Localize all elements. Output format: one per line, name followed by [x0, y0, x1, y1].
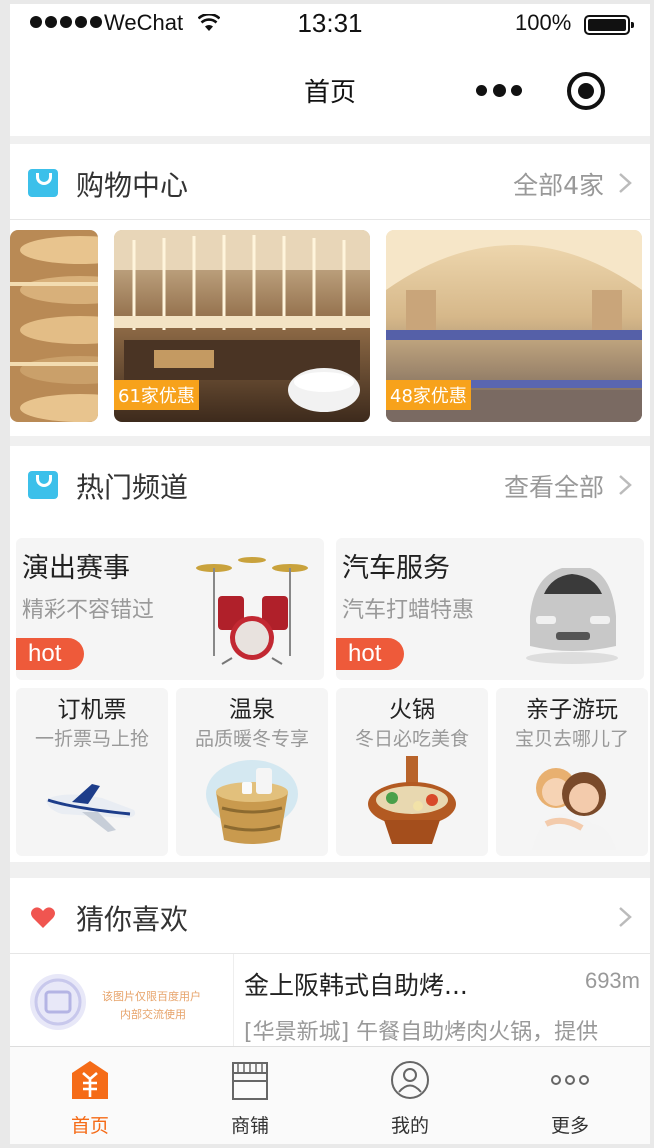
- tab-label: 我的: [390, 1115, 429, 1137]
- channel-subtitle: 品质暖冬专享: [194, 728, 309, 750]
- mall-card[interactable]: 61家优惠: [114, 230, 370, 422]
- placeholder-note: 内部交流使用: [120, 1008, 186, 1021]
- mall-card[interactable]: [10, 230, 98, 422]
- tab-shops[interactable]: 商铺: [170, 1047, 330, 1144]
- placeholder-note: 该图片仅限百度用户: [102, 990, 201, 1003]
- item-name: 金上阪韩式自助烤...: [244, 971, 468, 1000]
- battery-icon: [584, 15, 634, 35]
- channel-subtitle: 冬日必吃美食: [354, 728, 469, 750]
- chevron-right-icon: [619, 907, 632, 927]
- channel-title: 火锅: [389, 697, 435, 723]
- tab-label: 更多: [550, 1115, 589, 1137]
- more-menu-icon[interactable]: [476, 80, 522, 100]
- mall-photo: [10, 230, 98, 422]
- tab-label: 首页: [70, 1115, 109, 1137]
- phone-screen: WeChat 13:31 100% 首页 购物中心 全部4家 61家优惠 48家…: [10, 4, 650, 1144]
- section-title: 热门频道: [76, 471, 189, 504]
- offer-badge: 48家优惠: [386, 380, 471, 410]
- chevron-right-icon: [619, 173, 632, 193]
- channel-subtitle: 汽车打蜡特惠: [342, 598, 475, 623]
- view-all-link[interactable]: 查看全部: [504, 468, 604, 504]
- bag-icon: [28, 471, 58, 499]
- list-item[interactable]: 该图片仅限百度用户 内部交流使用 金上阪韩式自助烤... 693m [华景新城]…: [10, 954, 650, 1054]
- car-icon: [526, 568, 618, 664]
- battery-percent: 100%: [515, 10, 572, 35]
- hot-channels-header[interactable]: 热门频道 查看全部: [10, 446, 650, 522]
- tab-more[interactable]: 更多: [490, 1047, 650, 1144]
- tab-label: 商铺: [230, 1115, 269, 1137]
- tab-bar: 首页 商铺 我的 更多: [10, 1046, 650, 1144]
- channel-card-flights[interactable]: 订机票 一折票马上抢: [16, 688, 168, 856]
- heart-icon: [31, 907, 55, 928]
- section-title: 猜你喜欢: [76, 903, 189, 936]
- drum-kit-icon: [196, 557, 308, 665]
- channel-card-hotpot[interactable]: 火锅 冬日必吃美食: [336, 688, 488, 856]
- item-distance: 693m: [584, 968, 640, 993]
- more-icon: [551, 1075, 589, 1085]
- tab-home[interactable]: 首页: [10, 1047, 170, 1144]
- placeholder-image-icon: [30, 974, 86, 1030]
- channel-card-family[interactable]: 亲子游玩 宝贝去哪儿了: [496, 688, 648, 856]
- offer-badge: 61家优惠: [114, 380, 199, 410]
- channel-title: 亲子游玩: [526, 697, 618, 723]
- view-all-link[interactable]: 全部4家: [513, 166, 604, 202]
- channel-title: 演出赛事: [22, 553, 130, 584]
- item-thumbnail: 该图片仅限百度用户 内部交流使用: [10, 954, 234, 1054]
- user-icon: [391, 1061, 429, 1099]
- mall-card[interactable]: 48家优惠: [386, 230, 642, 422]
- item-description: [华景新城] 午餐自助烤肉火锅，提供: [244, 1020, 599, 1045]
- hot-channels-section: 热门频道 查看全部 演出赛事 精彩不容错过 hot 汽车服务 汽车打蜡特惠 ho…: [10, 446, 650, 862]
- guess-section: 猜你喜欢 该图片仅限百度用户 内部交流使用 金上阪韩式自助烤... 693m […: [10, 878, 650, 1054]
- nav-bar: 首页: [10, 44, 650, 136]
- channel-subtitle: 宝贝去哪儿了: [514, 728, 629, 750]
- channel-title: 汽车服务: [342, 553, 450, 584]
- airplane-icon: [46, 784, 136, 832]
- hot-badge: hot: [16, 638, 84, 670]
- close-miniprogram-icon[interactable]: [567, 72, 605, 110]
- channel-subtitle: 精彩不容错过: [22, 598, 155, 623]
- bag-icon: [28, 169, 58, 197]
- wooden-tub-icon: [206, 760, 298, 844]
- channel-title: 温泉: [229, 697, 275, 723]
- channel-card-hotspring[interactable]: 温泉 品质暖冬专享: [176, 688, 328, 856]
- hotpot-icon: [368, 756, 456, 844]
- status-bar: WeChat 13:31 100%: [10, 4, 650, 44]
- chevron-right-icon: [619, 475, 632, 495]
- shopping-header[interactable]: 购物中心 全部4家: [10, 144, 650, 220]
- page-title: 首页: [303, 78, 356, 108]
- home-icon: [72, 1061, 108, 1099]
- channel-title: 订机票: [57, 697, 127, 723]
- shopping-section: 购物中心 全部4家 61家优惠 48家优惠: [10, 144, 650, 436]
- family-photo-icon: [532, 768, 616, 850]
- tab-mine[interactable]: 我的: [330, 1047, 490, 1144]
- channel-card-car[interactable]: 汽车服务 汽车打蜡特惠 hot: [336, 538, 644, 680]
- shop-icon: [232, 1062, 268, 1100]
- hot-badge: hot: [336, 638, 404, 670]
- guess-header[interactable]: 猜你喜欢: [10, 878, 650, 954]
- channel-card-shows[interactable]: 演出赛事 精彩不容错过 hot: [16, 538, 324, 680]
- channel-subtitle: 一折票马上抢: [34, 728, 149, 750]
- section-title: 购物中心: [76, 169, 189, 202]
- mall-carousel[interactable]: 61家优惠 48家优惠: [10, 220, 650, 434]
